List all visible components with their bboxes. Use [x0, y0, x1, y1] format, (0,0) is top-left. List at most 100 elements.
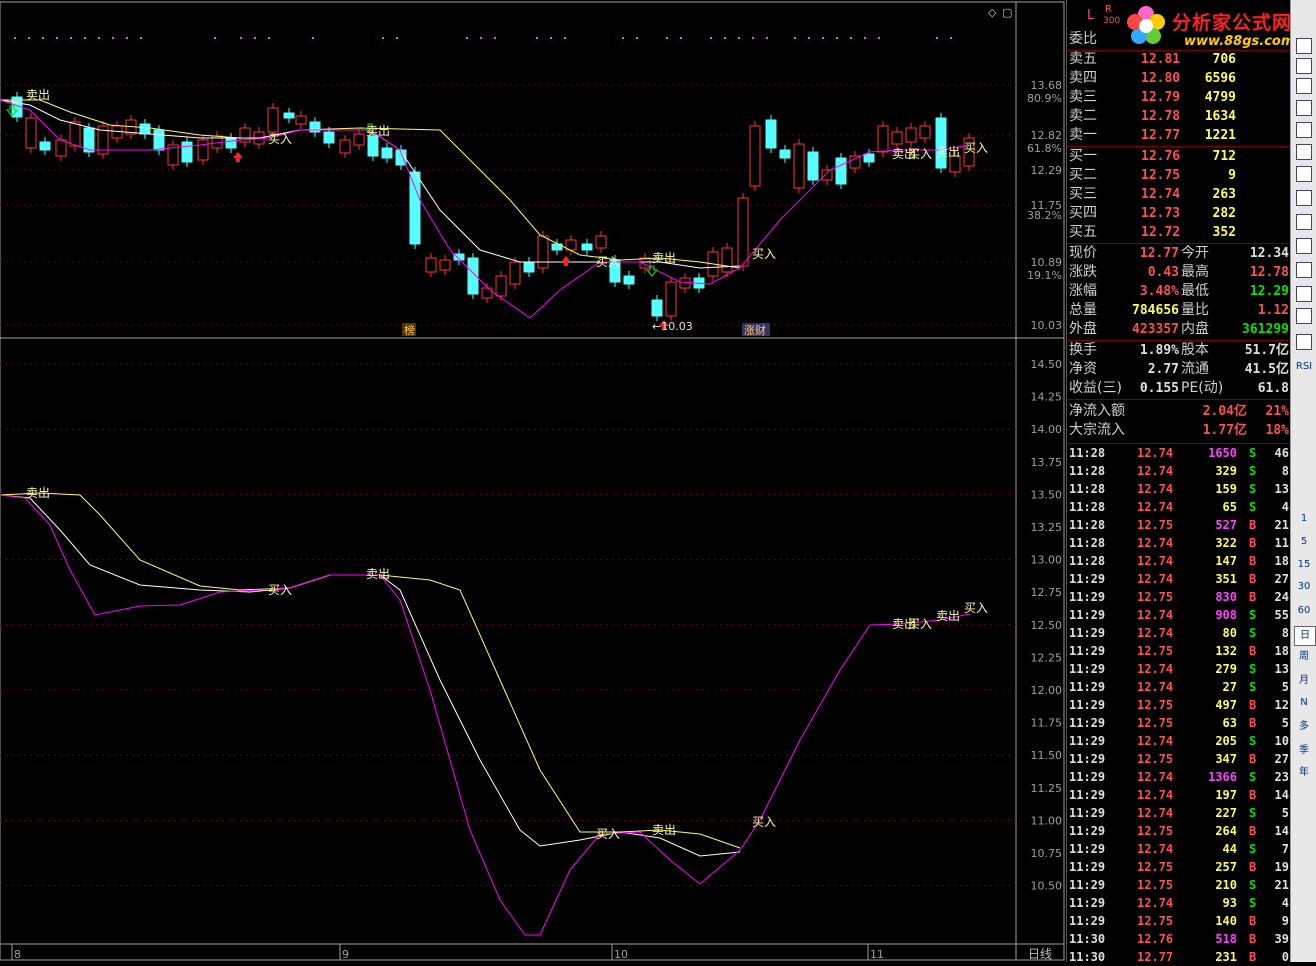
tick-time: 11:30	[1069, 932, 1106, 946]
tool-icon[interactable]	[1296, 262, 1312, 278]
tick-row: 11:28 12.74 159 S 13	[1067, 480, 1291, 498]
quote-value: 3.48%	[1139, 284, 1179, 299]
toolbar-btn-1[interactable]: 1	[1294, 510, 1314, 528]
lower-axis-label: 10.50	[1031, 880, 1063, 893]
ask-row[interactable]: 卖三 12.79 4799	[1067, 88, 1291, 107]
candle-body	[153, 129, 165, 151]
toolbar-btn-3[interactable]: 15	[1294, 556, 1314, 574]
bid-row[interactable]: 买一 12.76 712	[1067, 147, 1291, 166]
tick-volume: 227	[1215, 806, 1237, 820]
tool-icon[interactable]	[1296, 190, 1312, 206]
candle-body	[197, 139, 209, 161]
candle-body	[367, 135, 379, 157]
candle-body	[821, 169, 833, 181]
sell-signal-label: 卖出	[652, 251, 676, 265]
tick-price: 12.74	[1137, 536, 1174, 550]
bid-row[interactable]: 买三 12.74 263	[1067, 185, 1291, 204]
toolbar-btn-4[interactable]: 30	[1294, 578, 1314, 596]
ask-volume: 4799	[1204, 90, 1236, 105]
tick-price: 12.75	[1137, 878, 1174, 892]
kline-chart-area[interactable]: 13.68 12.82 12.29 11.75 10.89 10.03 80.9% 61.8%…	[0, 0, 1066, 962]
tool-icon[interactable]	[1296, 122, 1312, 138]
tick-count: 4	[1281, 500, 1289, 514]
tool-icon[interactable]	[1296, 214, 1312, 230]
tick-volume: 44	[1222, 842, 1237, 856]
toolbar-btn-0[interactable]: RSI	[1294, 358, 1314, 376]
tick-time: 11:28	[1069, 500, 1106, 514]
event-tag: 榜	[404, 323, 415, 337]
tool-icon[interactable]	[1296, 308, 1312, 324]
bid-price: 12.74	[1141, 187, 1181, 202]
signal-dot	[878, 37, 880, 39]
tool-icon[interactable]	[1296, 334, 1312, 350]
toolbar-btn-6[interactable]: 日	[1294, 626, 1316, 646]
quote-label-2: 量比	[1181, 302, 1209, 318]
tick-price: 12.75	[1137, 716, 1174, 730]
toolbar-btn-2[interactable]: 5	[1294, 533, 1314, 551]
tick-volume: 257	[1215, 860, 1237, 874]
candle-body	[523, 261, 535, 273]
signal-dot	[466, 37, 468, 39]
toolbar-btn-8[interactable]: 月	[1294, 672, 1314, 690]
sell-signal-label: 卖出	[366, 124, 390, 138]
buy-signal-label: 买入	[752, 247, 776, 261]
tick-count: 7	[1281, 842, 1289, 856]
tool-icon[interactable]	[1296, 58, 1312, 74]
buy-signal-label: 买入	[908, 617, 932, 631]
toolbar-btn-10[interactable]: 多	[1294, 718, 1314, 736]
tick-side: B	[1249, 914, 1257, 928]
tool-icon[interactable]	[1296, 144, 1312, 160]
toolbar-btn-11[interactable]: 季	[1294, 742, 1314, 760]
tick-price: 12.74	[1137, 500, 1174, 514]
ask-row[interactable]: 卖一 12.77 1221	[1067, 126, 1291, 145]
tick-time: 11:28	[1069, 518, 1106, 532]
candle-body	[779, 149, 791, 159]
quote-label-2: 内盘	[1181, 321, 1209, 337]
signal-dot	[850, 37, 852, 39]
bid-row[interactable]: 买四 12.73 282	[1067, 204, 1291, 223]
toolbar-btn-12[interactable]: 年	[1294, 764, 1314, 782]
bid-row[interactable]: 买二 12.75 9	[1067, 166, 1291, 185]
tool-icon[interactable]	[1296, 78, 1312, 94]
tool-icon[interactable]	[1296, 100, 1312, 116]
lower-axis-label: 13.50	[1031, 488, 1063, 501]
fund-row: 换手 1.89% 股本 51.7亿	[1067, 341, 1291, 360]
lower-axis-label: 13.00	[1031, 554, 1063, 567]
tool-icon[interactable]	[1296, 38, 1312, 54]
fund-value-2: 51.7亿	[1244, 343, 1289, 358]
tool-icon[interactable]	[1296, 166, 1312, 182]
toolbar-btn-5[interactable]: 60	[1294, 602, 1314, 620]
toolbar-btn-7[interactable]: 周	[1294, 648, 1314, 666]
tick-volume: 231	[1215, 950, 1237, 964]
chart-canvas[interactable]: 13.68 12.82 12.29 11.75 10.89 10.03 80.9% 61.8%…	[0, 0, 1066, 962]
tick-price: 12.75	[1137, 590, 1174, 604]
flow-label: 大宗流入	[1069, 422, 1125, 438]
quote-label-2: 最低	[1181, 283, 1209, 299]
quote-value-2: 12.34	[1249, 246, 1289, 261]
tool-icon[interactable]	[1296, 238, 1312, 254]
sell-signal-label: 卖出	[26, 88, 50, 102]
lower-axis-label: 13.25	[1031, 521, 1063, 534]
tick-volume: 279	[1215, 662, 1237, 676]
buy-signal-label: 买入	[964, 601, 988, 615]
tick-time: 11:28	[1069, 464, 1106, 478]
tick-price: 12.74	[1137, 446, 1174, 460]
lower-axis-label: 14.50	[1031, 358, 1063, 371]
tick-time: 11:29	[1069, 680, 1106, 694]
tick-side: B	[1249, 590, 1257, 604]
tick-price: 12.74	[1137, 842, 1174, 856]
lower-axis-label: 14.00	[1031, 423, 1063, 436]
tool-icon[interactable]	[1296, 286, 1312, 302]
quote-label: 总量	[1069, 302, 1097, 318]
candle-body	[623, 275, 635, 285]
tick-count: 8	[1281, 626, 1289, 640]
ask-row[interactable]: 卖二 12.78 1634	[1067, 107, 1291, 126]
price-axis-label: 13.68	[1031, 79, 1063, 92]
signal-dot	[214, 37, 216, 39]
toolbar-btn-9[interactable]: N	[1294, 694, 1314, 712]
bid-row[interactable]: 买五 12.72 352	[1067, 223, 1291, 242]
lower-axis-label: 12.00	[1031, 684, 1063, 697]
flow-pct: 18%	[1265, 423, 1289, 438]
tick-time: 11:28	[1069, 536, 1106, 550]
ask-row[interactable]: 卖四 12.80 6596	[1067, 69, 1291, 88]
